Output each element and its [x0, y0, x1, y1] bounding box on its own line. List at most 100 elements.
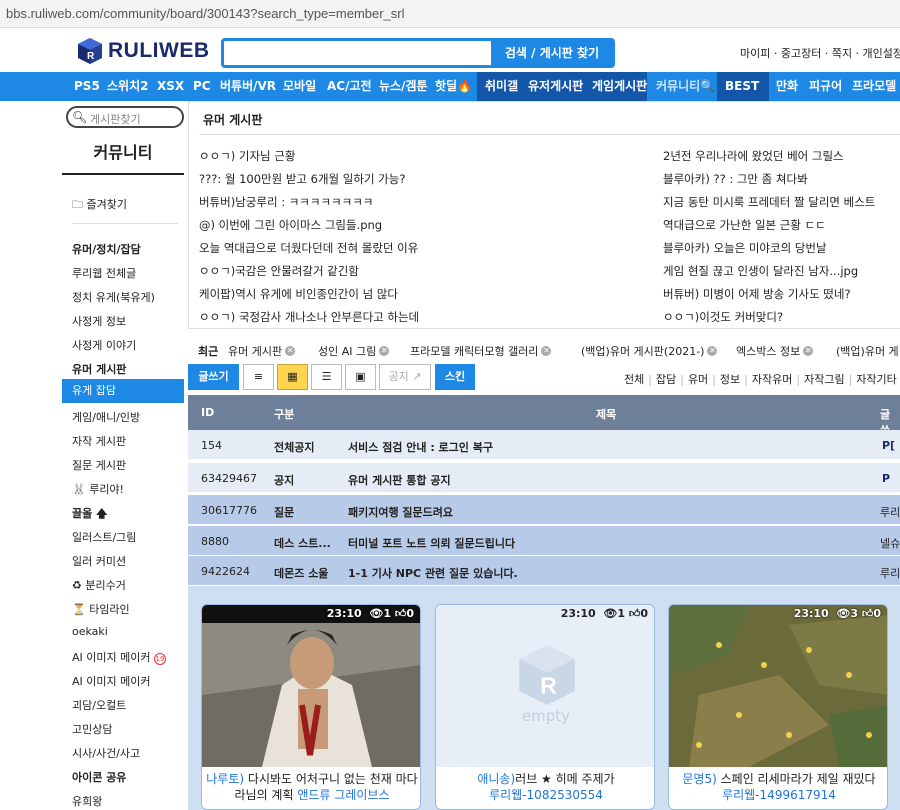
table-row[interactable]: 8880 데스 스트... 터미널 포트 노트 의뢰 질문드립니다 넬슈 [188, 526, 900, 556]
write-button[interactable]: 글쓰기 [188, 364, 239, 390]
close-icon[interactable]: ✕ [803, 346, 814, 356]
hot-post-link[interactable]: ㅇㅇㄱ) 국정감사 개나소나 안부른다고 하는데 [199, 309, 419, 325]
nav-item[interactable]: BEST [725, 72, 759, 101]
row-title[interactable]: 유머 게시판 통합 공지 [348, 472, 451, 488]
close-icon[interactable]: ✕ [285, 346, 296, 356]
nav-item[interactable]: 취미갤 [485, 72, 518, 101]
recent-board-chip[interactable]: 성인 AI 그림 ✕ [318, 343, 390, 359]
list-view-button[interactable]: ≡ [243, 364, 274, 390]
hot-post-link[interactable]: 2년전 우리나라에 왔었던 베어 그릴스 [663, 148, 844, 164]
category-filter[interactable]: 전체 [624, 373, 644, 386]
gallery-card[interactable]: 23:10 👁︎3 👍︎0 문명5) 스페인 리세마라가 제일 재밌다 루리웹-1… [668, 604, 888, 810]
top-links[interactable]: 마이피 · 중고장터 · 쪽지 · 개인설정 [740, 45, 900, 61]
hot-post-link[interactable]: 오늘 역대급으로 더웠다던데 전혀 몰랐던 이유 [199, 240, 418, 256]
site-search-box[interactable]: 검색 / 게시판 찾기 [221, 38, 615, 68]
sidebar-item[interactable]: 아이콘 공유 [72, 769, 126, 785]
category-filter[interactable]: 자작기타 [856, 373, 896, 386]
favorites-link[interactable]: 🗀 즐겨찾기 [72, 196, 127, 215]
nav-item[interactable]: 핫딜🔥 [435, 72, 472, 101]
nav-item[interactable]: 유저게시판 [528, 72, 583, 101]
hot-post-link[interactable]: ㅇㅇㄱ)이것도 커버맞디? [663, 309, 783, 325]
gallery-view-button[interactable]: ▣ [345, 364, 376, 390]
skin-button[interactable]: 스킨 [435, 364, 475, 390]
sidebar-item[interactable]: AI 이미지 메이커 [72, 673, 150, 689]
row-title[interactable]: 1-1 기사 NPC 관련 질문 있습니다. [348, 565, 518, 581]
sidebar-item[interactable]: 유희왕 [72, 793, 102, 809]
sidebar-item[interactable]: 게임/애니/인방 [72, 409, 140, 425]
category-filter[interactable]: 유머 [688, 373, 708, 386]
nav-item[interactable]: 버튜버/VR [220, 72, 276, 101]
table-row[interactable]: 154 전체공지 서비스 점검 안내 : 로그인 복구 P[ [188, 430, 900, 460]
category-filter[interactable]: 자작그림 [804, 373, 844, 386]
hot-post-link[interactable]: 지금 동탄 미시룩 프레데터 짤 달리면 베스트 [663, 194, 875, 210]
sidebar-item[interactable]: 고민상담 [72, 721, 112, 737]
recent-board-chip[interactable]: 프라모델 캐릭터모형 갤러리 ✕ [410, 343, 552, 359]
gallery-card[interactable]: R empty 23:10 👁︎1 👍︎0 애니송)러브 ★ 히메 주제가 루리웹… [435, 604, 655, 810]
sidebar-item[interactable]: 일러스트/그림 [72, 529, 136, 545]
browser-url-bar[interactable]: bbs.ruliweb.com/community/board/300143?s… [0, 0, 900, 28]
card-caption[interactable]: 문명5) 스페인 리세마라가 제일 재밌다 루리웹-1499617914 [673, 771, 885, 803]
nav-item[interactable]: 스위치2 [107, 72, 148, 101]
hot-post-link[interactable]: 블루아카) ?? : 그만 좀 쳐다봐 [663, 171, 808, 187]
nav-item[interactable]: 뉴스/겜툰 [379, 72, 428, 101]
hot-post-link[interactable]: 역대급으로 가난한 일본 근황 ㄷㄷ [663, 217, 826, 233]
hot-post-link[interactable]: ㅇㅇㄱ)국감은 안물려갈거 같긴함 [199, 263, 359, 279]
recent-board-chip[interactable]: 유머 게시판 ✕ [228, 343, 296, 359]
url-text[interactable]: bbs.ruliweb.com/community/board/300143?s… [6, 6, 405, 21]
nav-item[interactable]: 만화 [776, 72, 798, 101]
hot-post-link[interactable]: ???: 월 100만원 받고 6개월 일하기 가능? [199, 171, 405, 187]
close-icon[interactable]: ✕ [541, 346, 552, 356]
row-author[interactable]: P[ [882, 439, 895, 452]
card-author[interactable]: 앤드류 그레이브스 [297, 788, 389, 802]
hot-post-link[interactable]: 버튜버) 미병이 어제 방송 기사도 떴네? [663, 286, 851, 302]
col-title[interactable]: 제목 [596, 406, 616, 422]
hot-post-link[interactable]: 게임 현질 끊고 인생이 달라진 남자...jpg [663, 263, 858, 279]
hot-post-link[interactable]: 블루아카) 오늘은 미야코의 당번날 [663, 240, 827, 256]
sidebar-item[interactable]: 사정게 이야기 [72, 337, 136, 353]
close-icon[interactable]: ✕ [379, 346, 390, 356]
recent-board-chip[interactable]: 엑스박스 정보 ✕ [736, 343, 814, 359]
category-filter[interactable]: 정보 [720, 373, 740, 386]
card-author[interactable]: 루리웹-1082530554 [489, 788, 603, 802]
sidebar-item[interactable]: ♻ 분리수거 [72, 577, 126, 593]
sidebar-item[interactable]: 자작 게시판 [72, 433, 126, 449]
sidebar-item[interactable]: 사정게 정보 [72, 313, 126, 329]
sidebar-item[interactable]: 일러 커미션 [72, 553, 126, 569]
row-title[interactable]: 서비스 점검 안내 : 로그인 복구 [348, 439, 493, 455]
table-row[interactable]: 30617776 질문 패키지여행 질문드려요 루리 [188, 495, 900, 525]
hot-post-link[interactable]: ㅇㅇㄱ) 기자님 근황 [199, 148, 295, 164]
hot-post-link[interactable]: 케이팝)역시 유게에 비인종인간이 넘 많다 [199, 286, 398, 302]
card-author[interactable]: 루리웹-1499617914 [722, 788, 836, 802]
sidebar-item[interactable]: 루리웹 전체글 [72, 265, 136, 281]
card-caption[interactable]: 애니송)러브 ★ 히메 주제가 루리웹-1082530554 [440, 771, 652, 803]
recent-board-chip[interactable]: (백업)유머 게시판(2021-) ✕ [581, 343, 718, 359]
hot-post-link[interactable]: @) 이번에 그린 아이마스 그림들.png [199, 217, 382, 233]
category-filter[interactable]: 자작유머 [752, 373, 792, 386]
col-id[interactable]: ID [201, 406, 214, 419]
nav-item[interactable]: XSX [157, 72, 184, 101]
card-caption[interactable]: 나루토) 다시봐도 어처구니 없는 천재 마다라님의 계획 앤드류 그레이브스 [206, 771, 418, 803]
category-filter[interactable]: 잡담 [656, 373, 676, 386]
notice-toggle-button[interactable]: 공지 ↗ [379, 364, 431, 390]
sidebar-item[interactable]: 🐰 루리야! [72, 481, 124, 497]
row-author[interactable]: P [882, 472, 890, 485]
nav-item[interactable]: 프라모델 [852, 72, 896, 101]
board-search-input[interactable]: 🔍︎ 게시판찾기 [66, 106, 184, 128]
sidebar-item[interactable]: AI 이미지 메이커 19 [72, 649, 166, 665]
recent-board-chip[interactable]: (백업)유머 게 [836, 343, 899, 359]
sidebar-item[interactable]: 괴담/오컬트 [72, 697, 126, 713]
sidebar-item[interactable]: 정치 유게(북유게) [72, 289, 155, 305]
nav-item[interactable]: AC/고전 [327, 72, 372, 101]
sidebar-item[interactable]: 유머 게시판 [72, 361, 126, 377]
nav-item[interactable]: 피규어 [809, 72, 842, 101]
table-row[interactable]: 63429467 공지 유머 게시판 통합 공지 P [188, 463, 900, 493]
nav-item[interactable]: PS5 [74, 72, 100, 101]
sidebar-item-active[interactable]: 유게 잡담 [62, 379, 184, 403]
detail-list-view-button[interactable]: ☰ [311, 364, 342, 390]
nav-item[interactable]: 모바일 [283, 72, 316, 101]
sidebar-item[interactable]: 끌올 🡅 [72, 505, 107, 524]
gallery-card[interactable]: 23:10 👁︎1 👍︎0 나루토) 다시봐도 어처구니 없는 천재 마다라님의… [201, 604, 421, 810]
sidebar-item[interactable]: oekaki [72, 625, 108, 638]
row-author[interactable]: 루리 [880, 565, 900, 581]
nav-item[interactable]: 게임게시판 [592, 72, 647, 101]
